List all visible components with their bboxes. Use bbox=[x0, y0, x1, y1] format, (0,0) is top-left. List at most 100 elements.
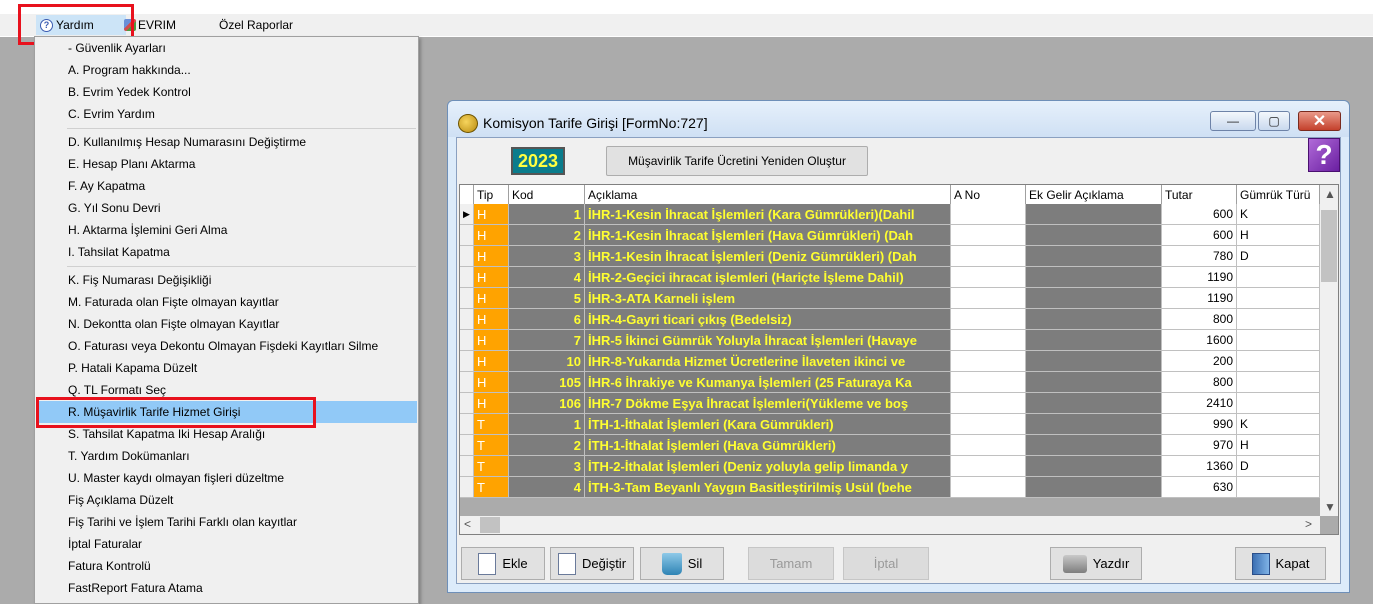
cell-tip[interactable]: H bbox=[474, 267, 509, 288]
cell-gumruk-turu[interactable]: D bbox=[1237, 246, 1320, 267]
cell-tip[interactable]: T bbox=[474, 456, 509, 477]
cell-aciklama[interactable]: İHR-3-ATA Karneli işlem bbox=[585, 288, 951, 309]
cell-tip[interactable]: H bbox=[474, 246, 509, 267]
table-row[interactable]: ▶ H 1 İHR-1-Kesin İhracat İşlemleri (Kara G… bbox=[460, 204, 1320, 225]
cell-tutar[interactable]: 1190 bbox=[1162, 288, 1237, 309]
cell-ek-gelir[interactable] bbox=[1026, 456, 1162, 477]
cell-ek-gelir[interactable] bbox=[1026, 477, 1162, 498]
recalc-tariff-button[interactable]: Müşavirlik Tarife Ücretini Yeniden Oluşt… bbox=[606, 146, 868, 176]
menu-item-evrim-yedek-kontrol[interactable]: B. Evrim Yedek Kontrol bbox=[36, 81, 417, 103]
cell-tip[interactable]: H bbox=[474, 309, 509, 330]
menu-item-hesap-plani-aktarma[interactable]: E. Hesap Planı Aktarma bbox=[36, 153, 417, 175]
col-header-gumruk-turu[interactable]: Gümrük Türü bbox=[1237, 185, 1320, 204]
cell-gumruk-turu[interactable] bbox=[1237, 351, 1320, 372]
cell-gumruk-turu[interactable] bbox=[1237, 477, 1320, 498]
table-row[interactable]: H 5 İHR-3-ATA Karneli işlem 1190 bbox=[460, 288, 1320, 309]
ekle-button[interactable]: Ekle bbox=[461, 547, 545, 580]
cell-ek-gelir[interactable] bbox=[1026, 393, 1162, 414]
cell-gumruk-turu[interactable] bbox=[1237, 330, 1320, 351]
cell-tip[interactable]: H bbox=[474, 351, 509, 372]
cell-ano[interactable] bbox=[951, 330, 1026, 351]
menu-item-tahsilat-kapatma[interactable]: I. Tahsilat Kapatma bbox=[36, 241, 417, 263]
cell-kod[interactable]: 106 bbox=[509, 393, 585, 414]
col-header-ano[interactable]: A No bbox=[951, 185, 1026, 204]
table-row[interactable]: H 106 İHR-7 Dökme Eşya İhracat İşlemleri(Y… bbox=[460, 393, 1320, 414]
menu-item-fis-aciklama-duzelt[interactable]: Fiş Açıklama Düzelt bbox=[36, 489, 417, 511]
year-field[interactable]: 2023 bbox=[511, 147, 565, 175]
cell-ek-gelir[interactable] bbox=[1026, 225, 1162, 246]
menu-item-iptal-faturalar[interactable]: İptal Faturalar bbox=[36, 533, 417, 555]
kapat-button[interactable]: Kapat bbox=[1235, 547, 1326, 580]
cell-ano[interactable] bbox=[951, 267, 1026, 288]
menu-item-aktarma-geri-alma[interactable]: H. Aktarma İşlemini Geri Alma bbox=[36, 219, 417, 241]
menu-item-fis-numarasi-degisikligi[interactable]: K. Fiş Numarası Değişikliği bbox=[36, 269, 417, 291]
cell-aciklama[interactable]: İTH-1-İthalat İşlemleri (Kara Gümrükleri… bbox=[585, 414, 951, 435]
sil-button[interactable]: Sil bbox=[640, 547, 724, 580]
iptal-button[interactable]: İptal bbox=[843, 547, 929, 580]
cell-gumruk-turu[interactable]: K bbox=[1237, 204, 1320, 225]
cell-tutar[interactable]: 600 bbox=[1162, 204, 1237, 225]
cell-kod[interactable]: 3 bbox=[509, 456, 585, 477]
table-row[interactable]: T 2 İTH-1-İthalat İşlemleri (Hava Gümrükle… bbox=[460, 435, 1320, 456]
cell-ano[interactable] bbox=[951, 456, 1026, 477]
cell-kod[interactable]: 2 bbox=[509, 225, 585, 246]
cell-kod[interactable]: 7 bbox=[509, 330, 585, 351]
cell-ek-gelir[interactable] bbox=[1026, 246, 1162, 267]
vertical-scrollbar[interactable]: ▲ ▼ bbox=[1320, 185, 1338, 516]
cell-gumruk-turu[interactable] bbox=[1237, 288, 1320, 309]
cell-ek-gelir[interactable] bbox=[1026, 351, 1162, 372]
cell-ek-gelir[interactable] bbox=[1026, 414, 1162, 435]
table-row[interactable]: H 7 İHR-5 İkinci Gümrük Yoluyla İhracat İş… bbox=[460, 330, 1320, 351]
col-header-ek-gelir[interactable]: Ek Gelir Açıklama bbox=[1026, 185, 1162, 204]
cell-ano[interactable] bbox=[951, 372, 1026, 393]
cell-tip[interactable]: H bbox=[474, 204, 509, 225]
cell-ano[interactable] bbox=[951, 477, 1026, 498]
scroll-left-arrow[interactable]: < bbox=[464, 517, 471, 531]
cell-ek-gelir[interactable] bbox=[1026, 204, 1162, 225]
cell-gumruk-turu[interactable]: D bbox=[1237, 456, 1320, 477]
cell-gumruk-turu[interactable] bbox=[1237, 372, 1320, 393]
cell-tutar[interactable]: 2410 bbox=[1162, 393, 1237, 414]
horizontal-scroll-thumb[interactable] bbox=[480, 517, 500, 533]
cell-kod[interactable]: 3 bbox=[509, 246, 585, 267]
menu-item-evrim-yardim[interactable]: C. Evrim Yardım bbox=[36, 103, 417, 125]
cell-aciklama[interactable]: İHR-1-Kesin İhracat İşlemleri (Kara Gümr… bbox=[585, 204, 951, 225]
cell-kod[interactable]: 4 bbox=[509, 477, 585, 498]
cell-ek-gelir[interactable] bbox=[1026, 372, 1162, 393]
cell-tip[interactable]: H bbox=[474, 225, 509, 246]
cell-ano[interactable] bbox=[951, 204, 1026, 225]
cell-tutar[interactable]: 200 bbox=[1162, 351, 1237, 372]
menu-item-yardim-dokumanlari[interactable]: T. Yardım Dokümanları bbox=[36, 445, 417, 467]
degistir-button[interactable]: Değiştir bbox=[550, 547, 634, 580]
cell-aciklama[interactable]: İHR-5 İkinci Gümrük Yoluyla İhracat İşle… bbox=[585, 330, 951, 351]
cell-tutar[interactable]: 970 bbox=[1162, 435, 1237, 456]
cell-tip[interactable]: H bbox=[474, 393, 509, 414]
menu-item-faturada-olan[interactable]: M. Faturada olan Fişte olmayan kayıtlar bbox=[36, 291, 417, 313]
close-button[interactable]: ✕ bbox=[1298, 111, 1341, 131]
cell-ek-gelir[interactable] bbox=[1026, 330, 1162, 351]
menu-item-guvenlik-ayarlari[interactable]: - Güvenlik Ayarları bbox=[36, 37, 417, 59]
cell-tutar[interactable]: 1600 bbox=[1162, 330, 1237, 351]
cell-tutar[interactable]: 600 bbox=[1162, 225, 1237, 246]
cell-ano[interactable] bbox=[951, 435, 1026, 456]
cell-ano[interactable] bbox=[951, 393, 1026, 414]
cell-gumruk-turu[interactable] bbox=[1237, 309, 1320, 330]
cell-kod[interactable]: 105 bbox=[509, 372, 585, 393]
table-row[interactable]: H 6 İHR-4-Gayri ticari çıkış (Bedelsiz) 800 bbox=[460, 309, 1320, 330]
cell-aciklama[interactable]: İHR-6 İhrakiye ve Kumanya İşlemleri (25 … bbox=[585, 372, 951, 393]
scroll-down-arrow[interactable]: ▼ bbox=[1324, 500, 1336, 514]
cell-aciklama[interactable]: İHR-8-Yukarıda Hizmet Ücretlerine İlavet… bbox=[585, 351, 951, 372]
scroll-up-arrow[interactable]: ▲ bbox=[1324, 187, 1336, 201]
vertical-scroll-thumb[interactable] bbox=[1321, 210, 1337, 282]
cell-gumruk-turu[interactable]: H bbox=[1237, 225, 1320, 246]
cell-ano[interactable] bbox=[951, 225, 1026, 246]
cell-ek-gelir[interactable] bbox=[1026, 435, 1162, 456]
cell-aciklama[interactable]: İHR-2-Geçici ihracat işlemleri (Hariçte … bbox=[585, 267, 951, 288]
cell-ek-gelir[interactable] bbox=[1026, 267, 1162, 288]
cell-gumruk-turu[interactable]: K bbox=[1237, 414, 1320, 435]
menu-item-fastreport-fatura-atama[interactable]: FastReport Fatura Atama bbox=[36, 577, 417, 599]
menu-item-fisdeki-kayitlari-silme[interactable]: O. Faturası veya Dekontu Olmayan Fişdeki… bbox=[36, 335, 417, 357]
cell-ano[interactable] bbox=[951, 288, 1026, 309]
yazdir-button[interactable]: Yazdır bbox=[1050, 547, 1142, 580]
cell-ano[interactable] bbox=[951, 246, 1026, 267]
